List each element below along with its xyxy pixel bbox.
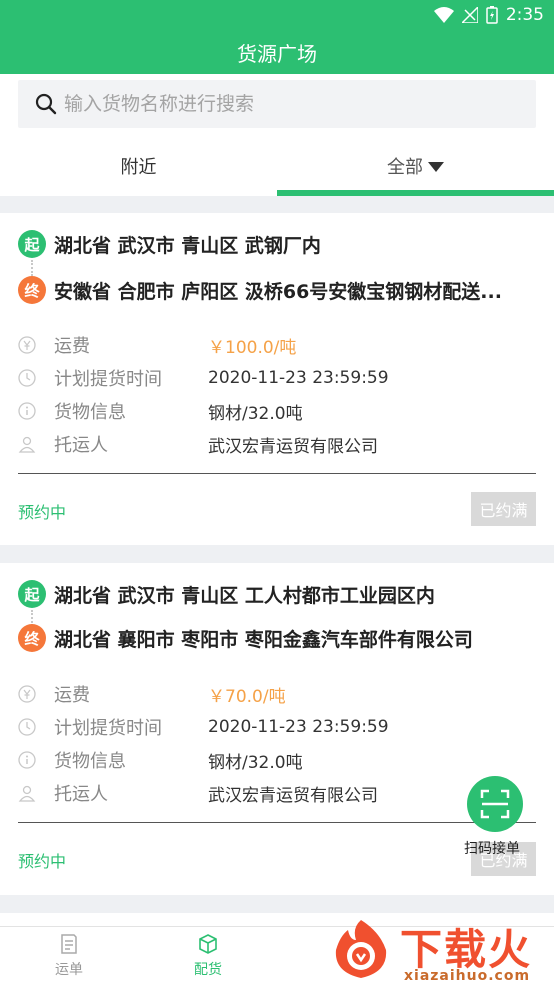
nav-delivery-label: 配货: [194, 962, 222, 978]
goods-info-value: 钢材/32.0吨: [208, 752, 303, 773]
end-address: 湖北省 襄阳市 枣阳市 枣阳金鑫汽车部件有限公司: [54, 628, 473, 651]
pickup-time-label: 计划提货时间: [54, 369, 162, 390]
cargo-card[interactable]: 起 湖北省 武汉市 青山区 武钢厂内 终 安徽省 合肥市 庐阳区 汲桥66号安徽…: [0, 213, 554, 545]
end-badge: 终: [18, 624, 46, 652]
nav-waybill[interactable]: 运单: [29, 933, 109, 983]
clock-icon: [18, 369, 36, 387]
freight-row: 运费 ￥70.0/吨: [18, 681, 538, 707]
shipper-row: 托运人 武汉宏青运贸有限公司: [18, 431, 538, 457]
goods-info-value: 钢材/32.0吨: [208, 403, 303, 424]
start-address: 湖北省 武汉市 青山区 武钢厂内: [54, 234, 321, 257]
wifi-icon: [433, 7, 454, 23]
freight-value: ￥70.0/吨: [208, 686, 286, 707]
nav-waybill-label: 运单: [55, 962, 83, 978]
end-address: 安徽省 合肥市 庐阳区 汲桥66号安徽宝钢钢材配送...: [54, 280, 502, 303]
tab-nearby-label: 附近: [120, 157, 157, 178]
end-badge: 终: [18, 276, 46, 304]
booking-status: 预约中: [18, 503, 67, 522]
pickup-time-value: 2020-11-23 23:59:59: [208, 368, 389, 388]
scan-icon: [480, 789, 510, 819]
watermark-url: xiazaihuo.com: [404, 968, 531, 984]
scan-button[interactable]: [467, 776, 523, 832]
shipper-value: 武汉宏青运贸有限公司: [208, 436, 378, 457]
goods-info-row: 货物信息 钢材/32.0吨: [18, 398, 538, 424]
goods-info-label: 货物信息: [54, 402, 126, 423]
freight-value: ￥100.0/吨: [208, 337, 297, 358]
shipper-value: 武汉宏青运贸有限公司: [208, 785, 378, 806]
status-time: 2:35: [505, 5, 544, 25]
scan-label[interactable]: 扫码接单: [464, 838, 520, 858]
watermark-logo-icon: [335, 920, 387, 978]
search-input[interactable]: [64, 93, 504, 115]
status-bar: 2:35: [0, 0, 554, 30]
person-icon: [18, 435, 36, 453]
no-signal-icon: [461, 7, 478, 23]
card-divider: [18, 473, 536, 474]
pickup-time-row: 计划提货时间 2020-11-23 23:59:59: [18, 714, 538, 740]
route-connector: [31, 260, 33, 276]
waybill-icon: [61, 934, 77, 954]
caret-down-icon: [428, 162, 444, 172]
fully-booked-button[interactable]: 已约满: [471, 492, 536, 526]
route-end: 终 安徽省 合肥市 庐阳区 汲桥66号安徽宝钢钢材配送...: [18, 276, 538, 304]
status-icons: 2:35: [433, 4, 544, 26]
shipper-label: 托运人: [54, 435, 108, 456]
yen-icon: [18, 336, 36, 354]
route-start: 起 湖北省 武汉市 青山区 武钢厂内: [18, 230, 538, 258]
goods-info-row: 货物信息 钢材/32.0吨: [18, 747, 538, 773]
start-address: 湖北省 武汉市 青山区 工人村都市工业园区内: [54, 584, 435, 607]
tab-all-label: 全部: [387, 157, 423, 178]
freight-row: 运费 ￥100.0/吨: [18, 332, 538, 358]
cube-icon: [199, 934, 217, 954]
pickup-time-value: 2020-11-23 23:59:59: [208, 717, 389, 737]
active-tab-indicator: [277, 190, 554, 196]
info-icon: [18, 751, 36, 769]
nav-delivery[interactable]: 配货: [168, 933, 248, 983]
tab-nearby[interactable]: 附近: [0, 136, 277, 196]
info-icon: [18, 402, 36, 420]
pickup-time-label: 计划提货时间: [54, 718, 162, 739]
goods-info-label: 货物信息: [54, 751, 126, 772]
booking-status: 预约中: [18, 852, 67, 871]
tab-all[interactable]: 全部: [277, 136, 554, 196]
clock-icon: [18, 718, 36, 736]
battery-icon: [486, 6, 498, 24]
route-end: 终 湖北省 襄阳市 枣阳市 枣阳金鑫汽车部件有限公司: [18, 624, 538, 652]
start-badge: 起: [18, 230, 46, 258]
freight-label: 运费: [54, 685, 90, 706]
person-icon: [18, 784, 36, 802]
filter-tabs: 附近 全部: [0, 136, 554, 196]
app-bar: 货源广场: [0, 30, 554, 74]
watermark: 下载火 xiazaihuo.com: [328, 912, 554, 986]
search-area: [0, 74, 554, 136]
start-badge: 起: [18, 580, 46, 608]
route-start: 起 湖北省 武汉市 青山区 工人村都市工业园区内: [18, 580, 538, 608]
search-box[interactable]: [18, 80, 536, 128]
card-divider: [18, 822, 536, 823]
page-title: 货源广场: [237, 41, 317, 66]
shipper-row: 托运人 武汉宏青运贸有限公司: [18, 780, 538, 806]
shipper-label: 托运人: [54, 784, 108, 805]
freight-label: 运费: [54, 336, 90, 357]
search-icon: [35, 93, 57, 115]
pickup-time-row: 计划提货时间 2020-11-23 23:59:59: [18, 365, 538, 391]
yen-icon: [18, 685, 36, 703]
